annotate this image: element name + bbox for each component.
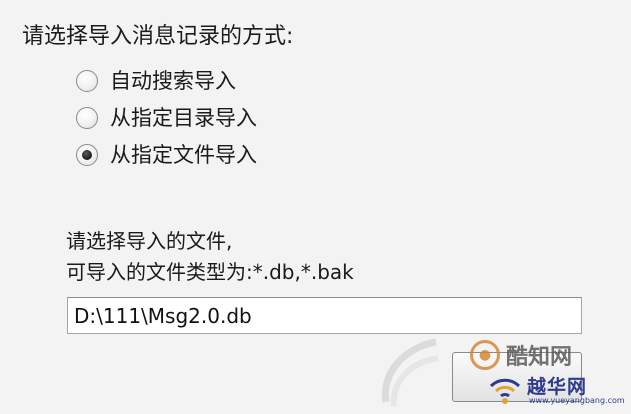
watermark-text: 酷知网: [506, 345, 573, 370]
file-hint-line1: 请选择导入的文件,: [66, 229, 233, 253]
import-method-prompt: 请选择导入消息记录的方式:: [22, 24, 294, 49]
watermark-kuzhi: ● 酷知网: [470, 338, 620, 372]
radio-button-from-file[interactable]: [76, 144, 98, 166]
option-auto-search[interactable]: 自动搜索导入: [76, 64, 257, 98]
option-label[interactable]: 从指定目录导入: [110, 103, 257, 133]
import-method-radio-group: 自动搜索导入 从指定目录导入 从指定文件导入: [76, 64, 257, 175]
watermark-logo-icon: ●: [470, 340, 500, 370]
wifi-icon: [489, 378, 521, 404]
radio-button-from-directory[interactable]: [76, 107, 98, 129]
option-from-file[interactable]: 从指定文件导入: [76, 138, 257, 172]
file-hint-line2: 可导入的文件类型为:*.db,*.bak: [66, 260, 354, 284]
option-label[interactable]: 自动搜索导入: [110, 66, 236, 96]
file-type-hint: 请选择导入的文件, 可导入的文件类型为:*.db,*.bak: [66, 226, 354, 288]
import-messages-dialog: 请选择导入消息记录的方式: 自动搜索导入 从指定目录导入 从指定文件导入 请选择…: [0, 0, 631, 414]
watermark-brand-url: www.yueyangbang.com: [529, 396, 625, 405]
swirl-watermark-logo: [381, 338, 439, 407]
watermark-yueyang: 越华网 www.yueyangbang.com: [487, 370, 625, 410]
option-label[interactable]: 从指定文件导入: [110, 140, 257, 170]
watermark-brand-name: 越华网: [527, 376, 588, 398]
option-from-directory[interactable]: 从指定目录导入: [76, 101, 257, 135]
file-path-input[interactable]: [67, 297, 582, 334]
radio-button-auto-search[interactable]: [76, 70, 98, 92]
